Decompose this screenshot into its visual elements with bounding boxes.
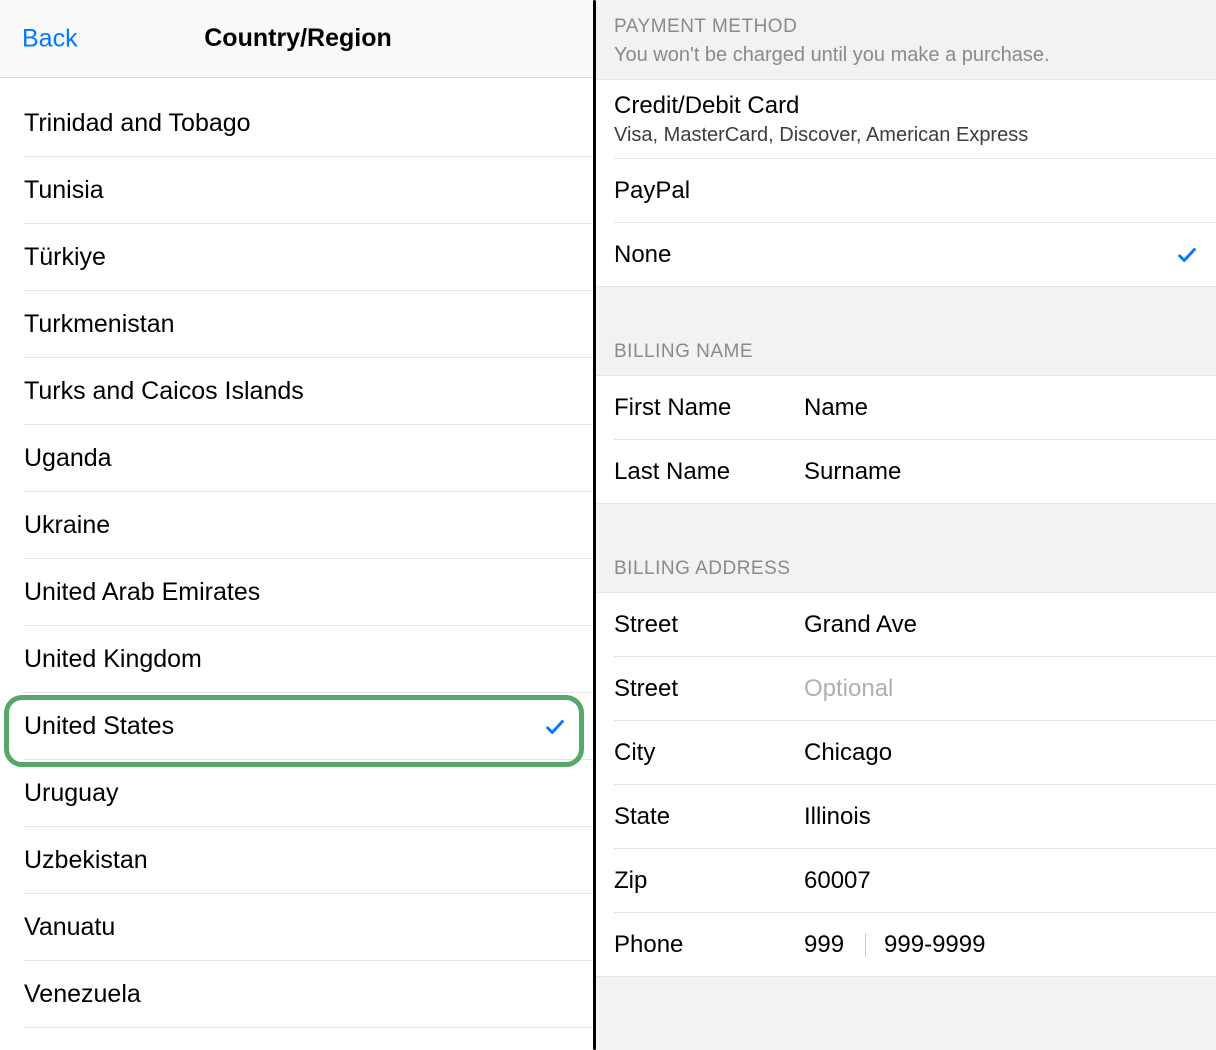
country-label: United States [24, 712, 174, 741]
country-row[interactable]: Turkmenistan [0, 291, 596, 358]
country-label: Uruguay [24, 779, 119, 808]
billing-name-header: BILLING NAME [596, 287, 1216, 376]
back-button[interactable]: Back [22, 24, 78, 53]
country-row[interactable]: United Kingdom [0, 626, 596, 693]
country-label: Ukraine [24, 511, 110, 540]
country-label: Uzbekistan [24, 846, 148, 875]
country-label: Uganda [24, 444, 112, 473]
form-row[interactable]: StreetGrand Ave [596, 593, 1216, 657]
form-row[interactable]: First NameName [596, 376, 1216, 440]
country-row[interactable]: Uganda [0, 425, 596, 492]
form-value[interactable]: Chicago [804, 739, 1198, 767]
form-value[interactable]: 999 999-9999 [804, 931, 1198, 959]
form-value[interactable]: Name [804, 394, 1198, 422]
form-value[interactable]: Illinois [804, 803, 1198, 831]
payment-option-subtitle: Visa, MasterCard, Discover, American Exp… [614, 124, 1028, 147]
country-list[interactable]: Trinidad and Tobago Tunisia Türkiye Turkmen… [0, 78, 596, 1050]
country-label: Vanuatu [24, 913, 115, 942]
form-row[interactable]: StreetOptional [596, 657, 1216, 721]
country-row[interactable]: United States [0, 693, 596, 760]
form-value[interactable]: Grand Ave [804, 611, 1198, 639]
country-row[interactable]: Tunisia [0, 157, 596, 224]
country-label: Türkiye [24, 243, 106, 272]
country-region-panel: Back Country/Region Trinidad and TobagoT… [0, 0, 596, 1050]
payment-method-option[interactable]: Credit/Debit Card Visa, MasterCard, Disco… [596, 80, 1216, 159]
country-label: Turkmenistan [24, 310, 175, 339]
country-label: Trinidad and Tobago [24, 109, 251, 138]
form-label: Phone [614, 931, 804, 959]
form-value[interactable]: Optional [804, 675, 1198, 703]
billing-name-fields: First NameNameLast NameSurname [596, 376, 1216, 504]
country-label: United Arab Emirates [24, 578, 260, 607]
phone-number[interactable]: 999-9999 [884, 931, 985, 958]
country-row[interactable]: Uruguay [0, 760, 596, 827]
billing-address-header: BILLING ADDRESS [596, 504, 1216, 593]
form-label: Street [614, 675, 804, 703]
country-label: Tunisia [24, 176, 104, 205]
country-label: United Kingdom [24, 645, 202, 674]
form-label: First Name [614, 394, 804, 422]
account-form-panel: PAYMENT METHOD You won't be charged unti… [596, 0, 1216, 1050]
payment-option-title: None [614, 241, 671, 269]
checkmark-icon [1176, 244, 1198, 266]
country-row[interactable]: Turks and Caicos Islands [0, 358, 596, 425]
form-row-phone[interactable]: Phone999 999-9999 [596, 913, 1216, 977]
form-row[interactable]: StateIllinois [596, 785, 1216, 849]
country-label: Turks and Caicos Islands [24, 377, 304, 406]
country-row[interactable]: Vanuatu [0, 894, 596, 961]
section-subcaption: You won't be charged until you make a pu… [614, 44, 1198, 67]
phone-prefix[interactable]: 999 [804, 931, 866, 959]
form-label: Last Name [614, 458, 804, 486]
payment-option-title: PayPal [614, 177, 690, 205]
section-caption: PAYMENT METHOD [614, 16, 1198, 38]
form-label: City [614, 739, 804, 767]
country-row[interactable]: Ukraine [0, 492, 596, 559]
payment-method-option[interactable]: None [596, 223, 1216, 287]
form-label: State [614, 803, 804, 831]
country-row[interactable]: Venezuela [0, 961, 596, 1028]
section-caption: BILLING NAME [614, 341, 1198, 363]
form-row[interactable]: CityChicago [596, 721, 1216, 785]
country-row[interactable]: Trinidad and Tobago [0, 90, 596, 157]
checkmark-icon [544, 716, 566, 738]
country-row[interactable]: Uzbekistan [0, 827, 596, 894]
payment-option-title: Credit/Debit Card [614, 92, 1028, 120]
country-row[interactable]: United Arab Emirates [0, 559, 596, 626]
country-row[interactable]: Türkiye [0, 224, 596, 291]
billing-address-fields: StreetGrand AveStreetOptionalCityChicago… [596, 593, 1216, 977]
payment-method-options: Credit/Debit Card Visa, MasterCard, Disco… [596, 80, 1216, 287]
payment-method-header: PAYMENT METHOD You won't be charged unti… [596, 0, 1216, 80]
section-caption: BILLING ADDRESS [614, 558, 1198, 580]
form-label: Street [614, 611, 804, 639]
country-label: Venezuela [24, 980, 141, 1009]
payment-method-option[interactable]: PayPal [596, 159, 1216, 223]
form-row[interactable]: Last NameSurname [596, 440, 1216, 504]
left-header: Back Country/Region [0, 0, 596, 78]
form-value[interactable]: Surname [804, 458, 1198, 486]
form-row[interactable]: Zip60007 [596, 849, 1216, 913]
form-label: Zip [614, 867, 804, 895]
form-value[interactable]: 60007 [804, 867, 1198, 895]
page-title: Country/Region [0, 24, 596, 53]
